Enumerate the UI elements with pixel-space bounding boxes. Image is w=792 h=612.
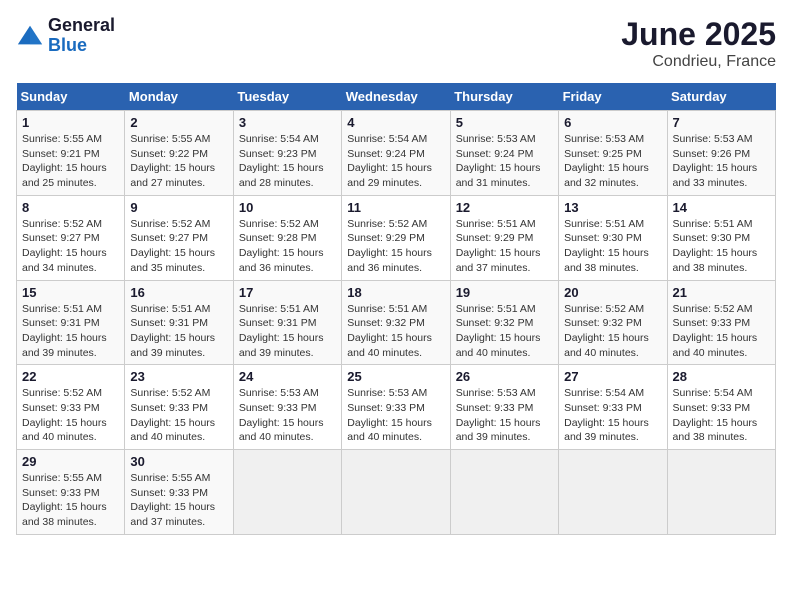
- calendar-day-cell: 18Sunrise: 5:51 AMSunset: 9:32 PMDayligh…: [342, 280, 450, 365]
- calendar-day-cell: 12Sunrise: 5:51 AMSunset: 9:29 PMDayligh…: [450, 195, 558, 280]
- logo-blue: Blue: [48, 36, 115, 56]
- calendar-day-cell: 5Sunrise: 5:53 AMSunset: 9:24 PMDaylight…: [450, 111, 558, 196]
- calendar-day-cell: 23Sunrise: 5:52 AMSunset: 9:33 PMDayligh…: [125, 365, 233, 450]
- calendar-day-cell: 11Sunrise: 5:52 AMSunset: 9:29 PMDayligh…: [342, 195, 450, 280]
- calendar-day-cell: 19Sunrise: 5:51 AMSunset: 9:32 PMDayligh…: [450, 280, 558, 365]
- calendar-day-cell: [667, 450, 775, 535]
- calendar-day-cell: 14Sunrise: 5:51 AMSunset: 9:30 PMDayligh…: [667, 195, 775, 280]
- calendar-day-cell: [559, 450, 667, 535]
- calendar-day-cell: 13Sunrise: 5:51 AMSunset: 9:30 PMDayligh…: [559, 195, 667, 280]
- calendar-day-cell: 2Sunrise: 5:55 AMSunset: 9:22 PMDaylight…: [125, 111, 233, 196]
- header-monday: Monday: [125, 83, 233, 111]
- calendar-title: June 2025: [621, 16, 776, 53]
- header-row: Sunday Monday Tuesday Wednesday Thursday…: [17, 83, 776, 111]
- calendar-day-cell: 7Sunrise: 5:53 AMSunset: 9:26 PMDaylight…: [667, 111, 775, 196]
- calendar-day-cell: 3Sunrise: 5:54 AMSunset: 9:23 PMDaylight…: [233, 111, 341, 196]
- calendar-week-3: 15Sunrise: 5:51 AMSunset: 9:31 PMDayligh…: [17, 280, 776, 365]
- calendar-day-cell: 16Sunrise: 5:51 AMSunset: 9:31 PMDayligh…: [125, 280, 233, 365]
- calendar-day-cell: [342, 450, 450, 535]
- logo-text: General Blue: [48, 16, 115, 56]
- calendar-day-cell: 21Sunrise: 5:52 AMSunset: 9:33 PMDayligh…: [667, 280, 775, 365]
- calendar-week-1: 1Sunrise: 5:55 AMSunset: 9:21 PMDaylight…: [17, 111, 776, 196]
- calendar-day-cell: 24Sunrise: 5:53 AMSunset: 9:33 PMDayligh…: [233, 365, 341, 450]
- calendar-day-cell: 26Sunrise: 5:53 AMSunset: 9:33 PMDayligh…: [450, 365, 558, 450]
- calendar-day-cell: 9Sunrise: 5:52 AMSunset: 9:27 PMDaylight…: [125, 195, 233, 280]
- calendar-day-cell: 27Sunrise: 5:54 AMSunset: 9:33 PMDayligh…: [559, 365, 667, 450]
- header-wednesday: Wednesday: [342, 83, 450, 111]
- calendar-day-cell: 10Sunrise: 5:52 AMSunset: 9:28 PMDayligh…: [233, 195, 341, 280]
- header-thursday: Thursday: [450, 83, 558, 111]
- calendar-day-cell: 15Sunrise: 5:51 AMSunset: 9:31 PMDayligh…: [17, 280, 125, 365]
- header-saturday: Saturday: [667, 83, 775, 111]
- header-sunday: Sunday: [17, 83, 125, 111]
- calendar-day-cell: 29Sunrise: 5:55 AMSunset: 9:33 PMDayligh…: [17, 450, 125, 535]
- calendar-subtitle: Condrieu, France: [621, 53, 776, 71]
- logo-general: General: [48, 16, 115, 36]
- header-tuesday: Tuesday: [233, 83, 341, 111]
- page-header: General Blue June 2025 Condrieu, France: [16, 16, 776, 71]
- calendar-day-cell: [450, 450, 558, 535]
- calendar-day-1: 1Sunrise: 5:55 AMSunset: 9:21 PMDaylight…: [17, 111, 125, 196]
- calendar-week-2: 8Sunrise: 5:52 AMSunset: 9:27 PMDaylight…: [17, 195, 776, 280]
- logo: General Blue: [16, 16, 115, 56]
- calendar-day-cell: 25Sunrise: 5:53 AMSunset: 9:33 PMDayligh…: [342, 365, 450, 450]
- calendar-day-cell: [233, 450, 341, 535]
- logo-icon: [16, 22, 44, 50]
- calendar-day-cell: 20Sunrise: 5:52 AMSunset: 9:32 PMDayligh…: [559, 280, 667, 365]
- calendar-day-cell: 22Sunrise: 5:52 AMSunset: 9:33 PMDayligh…: [17, 365, 125, 450]
- calendar-week-4: 22Sunrise: 5:52 AMSunset: 9:33 PMDayligh…: [17, 365, 776, 450]
- calendar-day-cell: 8Sunrise: 5:52 AMSunset: 9:27 PMDaylight…: [17, 195, 125, 280]
- calendar-table: Sunday Monday Tuesday Wednesday Thursday…: [16, 83, 776, 535]
- calendar-day-cell: 30Sunrise: 5:55 AMSunset: 9:33 PMDayligh…: [125, 450, 233, 535]
- calendar-header: Sunday Monday Tuesday Wednesday Thursday…: [17, 83, 776, 111]
- header-friday: Friday: [559, 83, 667, 111]
- calendar-week-5: 29Sunrise: 5:55 AMSunset: 9:33 PMDayligh…: [17, 450, 776, 535]
- calendar-day-cell: 17Sunrise: 5:51 AMSunset: 9:31 PMDayligh…: [233, 280, 341, 365]
- calendar-body: 1Sunrise: 5:55 AMSunset: 9:21 PMDaylight…: [17, 111, 776, 535]
- calendar-day-cell: 28Sunrise: 5:54 AMSunset: 9:33 PMDayligh…: [667, 365, 775, 450]
- calendar-day-cell: 6Sunrise: 5:53 AMSunset: 9:25 PMDaylight…: [559, 111, 667, 196]
- calendar-day-cell: 4Sunrise: 5:54 AMSunset: 9:24 PMDaylight…: [342, 111, 450, 196]
- title-block: June 2025 Condrieu, France: [621, 16, 776, 71]
